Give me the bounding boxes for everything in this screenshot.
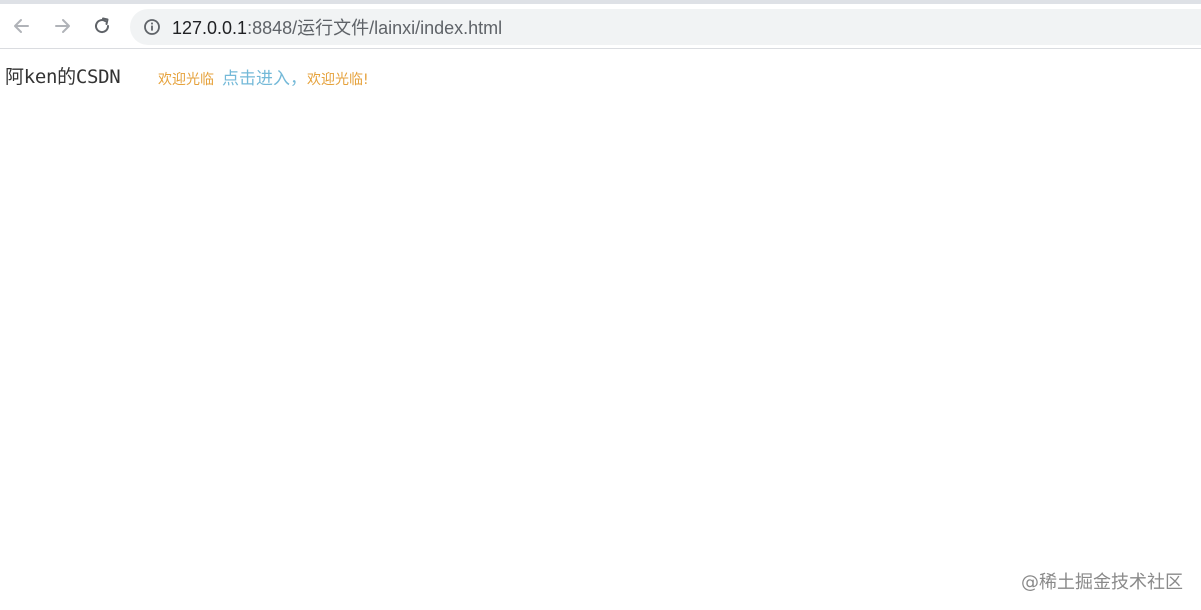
url-host: 127.0.0.1 [172,18,248,38]
marquee-line: 欢迎光临 点击进入， 欢迎光临! [158,64,369,89]
arrow-right-icon [55,19,70,33]
back-button[interactable] [8,12,36,40]
arrow-left-icon [14,19,29,33]
site-title: 阿ken的CSDN [5,66,121,88]
welcome-text-left: 欢迎光临 [158,72,214,88]
reload-button[interactable] [88,12,116,40]
address-bar[interactable]: 127.0.0.1:8848/运行文件/lainxi/index.html [130,9,1201,45]
reload-icon [95,17,110,34]
browser-toolbar: 127.0.0.1:8848/运行文件/lainxi/index.html [0,4,1201,49]
forward-button[interactable] [48,12,76,40]
welcome-text-right: 欢迎光临! [307,72,369,88]
info-icon[interactable] [142,17,162,37]
url-path: :8848/运行文件/lainxi/index.html [247,18,503,38]
url-text[interactable]: 127.0.0.1:8848/运行文件/lainxi/index.html [172,14,502,40]
enter-link[interactable]: 点击进入， [222,64,307,89]
watermark: @稀土掘金技术社区 [1021,572,1183,593]
page-content: 阿ken的CSDN 欢迎光临 点击进入， 欢迎光临! @稀土掘金技术社区 [0,50,1201,610]
